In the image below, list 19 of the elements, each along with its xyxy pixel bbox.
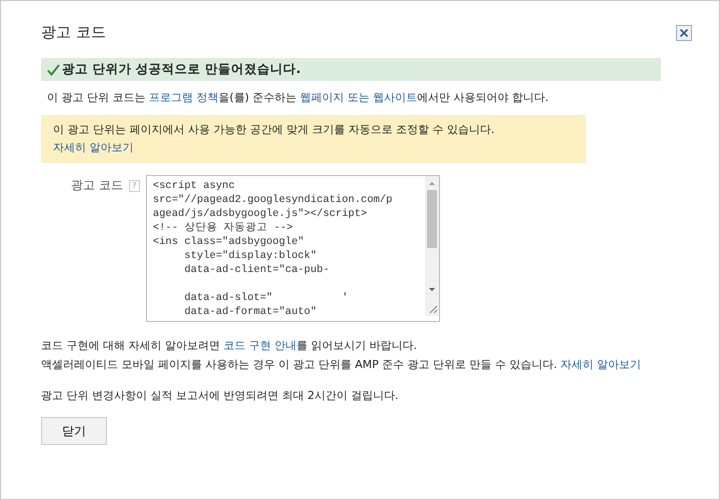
check-icon (47, 64, 60, 76)
resize-notice: 이 광고 단위는 페이지에서 사용 가능한 공간에 맞게 크기를 자동으로 조정할 수 있습니다. 자세히 알아보기 (41, 115, 586, 163)
dialog-title: 광고 코드 (41, 23, 106, 42)
success-message: 광고 단위가 성공적으로 만들어졌습니다. (62, 61, 301, 78)
policy-text: 이 광고 단위 코드는 프로그램 정책을(를) 준수하는 웹페이지 또는 웹사이트에서만 사용되어야 합니다. (47, 90, 550, 106)
close-icon[interactable] (676, 24, 692, 40)
text-link[interactable]: 웹페이지 또는 웹사이트 (300, 91, 418, 104)
code-field[interactable] (146, 175, 440, 322)
text-link[interactable]: 프로그램 정책 (149, 91, 218, 104)
close-button[interactable]: 닫기 (41, 417, 107, 445)
delay-note: 광고 단위 변경사항이 실적 보고서에 반영되려면 최대 2시간이 걸립니다. (41, 388, 400, 404)
scrollbar-drawing[interactable] (424, 176, 439, 316)
text-link[interactable]: 코드 구현 안내 (223, 339, 296, 352)
field-label: 광고 코드 (71, 177, 123, 194)
code-text: <script async src="//pagead2.googlesyndication.com/p agead/js/adsbygoogle.js"></script> <!-- 상단용 자동광고 --> <ins class="adsbygoogle" style="display:block" data-ad-client="ca-pub- data-ad-slot=" ' data-ad-format="auto" (152, 179, 394, 320)
info-text: 액셀러레이티드 모바일 페이지를 사용하는 경우 이 광고 단위를 AMP 준수 광고 단위로 만들 수 있습니다. 자세히 알아보기 (41, 357, 642, 373)
text-link[interactable]: 자세히 알아보기 (560, 358, 642, 371)
info-text: 코드 구현에 대해 자세히 알아보려면 코드 구현 안내를 읽어보시기 바랍니다. (41, 338, 418, 354)
text-link[interactable]: 자세히 알아보기 (53, 141, 134, 154)
